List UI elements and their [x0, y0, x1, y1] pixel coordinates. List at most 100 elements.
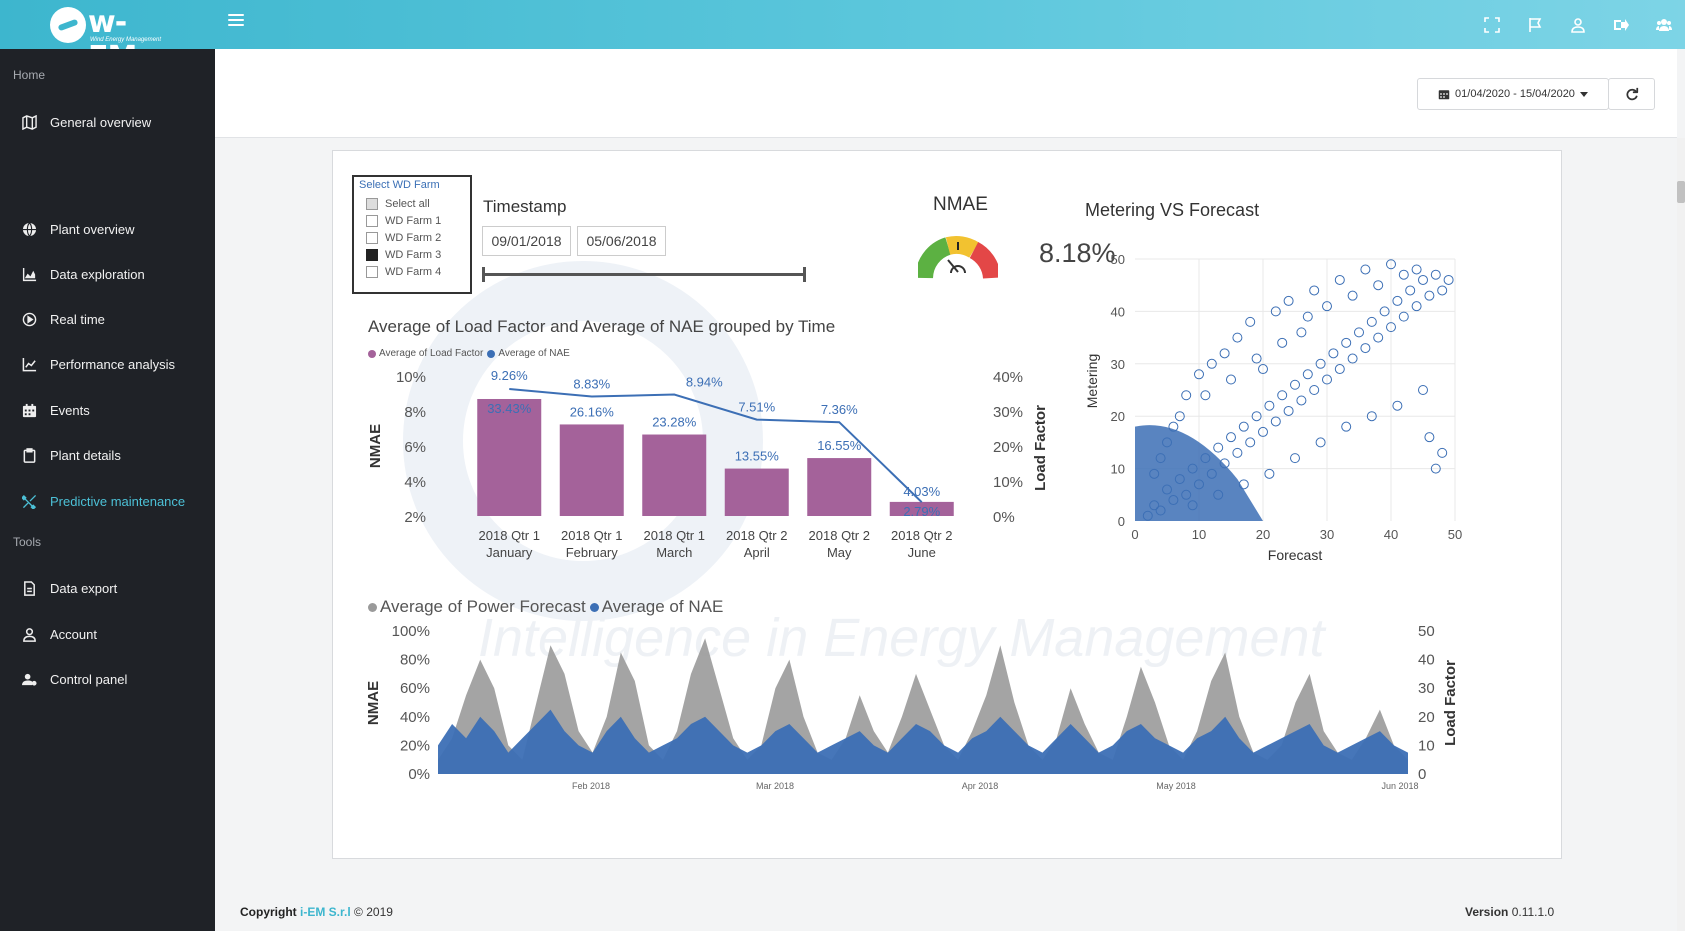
bar-data-label: 26.16% [570, 404, 615, 419]
scatter-point [1302, 311, 1313, 322]
bar-data-label: 13.55% [735, 449, 780, 464]
scatter-point [1341, 421, 1352, 432]
sidebar-item-label: Plant overview [50, 221, 135, 237]
x-tick-label: 2018 Qtr 2 [809, 528, 870, 543]
expand-icon[interactable] [1470, 0, 1513, 49]
slider-handle-start[interactable] [482, 267, 485, 282]
globe-icon [22, 222, 37, 236]
user-icon[interactable] [1556, 0, 1599, 49]
scatter-point [1430, 269, 1441, 280]
scatter-point [1437, 447, 1448, 458]
y-tick-label: 30 [1111, 357, 1125, 372]
checkbox[interactable] [366, 215, 378, 227]
bar [477, 398, 542, 516]
scatter-point [1238, 421, 1249, 432]
scatter-point [1315, 437, 1326, 448]
tools-icon [22, 494, 37, 509]
nmae-title: NMAE [933, 194, 988, 215]
y-tick-label-right: 50 [1418, 623, 1435, 640]
clipboard-icon [23, 447, 36, 463]
y-axis-title-left: NMAE [367, 424, 384, 468]
y-tick-label-right: 0% [993, 509, 1015, 526]
checkbox[interactable] [366, 266, 378, 278]
line-data-label: 8.94% [686, 375, 723, 390]
scatter-point [1290, 453, 1300, 464]
slicer-option-farm-4[interactable]: WD Farm 4 [366, 266, 441, 278]
sidebar-item-plant-overview[interactable]: Plant overview [0, 212, 215, 246]
scatter-point [1277, 390, 1288, 401]
scatter-point [1219, 348, 1230, 359]
refresh-button[interactable] [1608, 78, 1655, 110]
line-data-label: 8.83% [573, 376, 610, 391]
scrollbar-track[interactable] [1677, 138, 1685, 931]
sidebar-item-predictive-maintenance[interactable]: Predictive maintenance [0, 484, 215, 518]
scatter-point [1392, 400, 1403, 411]
x-tick-label: 2018 Qtr 2 [726, 528, 787, 543]
sidebar-item-events[interactable]: Events [0, 393, 215, 427]
timestamp-end-input[interactable]: 05/06/2018 [577, 226, 666, 256]
scatter-point [1418, 385, 1428, 395]
sidebar-item-data-export[interactable]: Data export [0, 571, 215, 605]
sidebar-item-plant-details[interactable]: Plant details [0, 438, 215, 472]
scatter-point [1398, 311, 1409, 322]
y-tick-label-left: 2% [404, 509, 426, 526]
x-tick-label: 40 [1384, 527, 1398, 542]
y-tick-label-right: 20% [993, 439, 1023, 456]
scatter-point [1411, 301, 1422, 312]
farm-slicer: Select WD Farm Select all WD Farm 1 WD F… [352, 175, 472, 294]
menu-toggle-icon[interactable] [228, 14, 244, 28]
y-tick-label-left: 60% [400, 680, 430, 697]
y-tick-label-right: 30 [1418, 680, 1435, 697]
checkbox[interactable] [366, 198, 378, 210]
refresh-icon [1625, 87, 1638, 101]
scatter-point [1398, 269, 1409, 280]
x-tick-label: May [827, 545, 852, 560]
checkbox[interactable] [366, 232, 378, 244]
sidebar-item-real-time[interactable]: Real time [0, 302, 215, 336]
users-icon[interactable] [1642, 0, 1685, 49]
scatter-point [1341, 337, 1352, 348]
bar-data-label: 33.43% [487, 401, 532, 416]
scatter-point [1334, 274, 1345, 285]
logo[interactable]: w-EM Wind Energy Management [50, 5, 172, 75]
scatter-point [1251, 353, 1262, 364]
scatter-point [1213, 442, 1224, 453]
scatter-point [1328, 348, 1339, 359]
flag-icon[interactable] [1513, 0, 1556, 49]
x-tick-label: Feb 2018 [572, 781, 610, 791]
slicer-option-select-all[interactable]: Select all [366, 198, 430, 210]
logout-icon[interactable] [1599, 0, 1642, 49]
timestamp-start-input[interactable]: 09/01/2018 [482, 226, 571, 256]
file-icon [24, 580, 35, 596]
slicer-option-farm-2[interactable]: WD Farm 2 [366, 232, 441, 244]
sidebar-item-performance-analysis[interactable]: Performance analysis [0, 347, 215, 381]
checkbox[interactable] [366, 249, 378, 261]
x-tick-label: June [908, 545, 936, 560]
scrollbar-thumb[interactable] [1677, 181, 1685, 203]
sidebar-item-general-overview[interactable]: General overview [0, 105, 215, 139]
scatter-point [1411, 264, 1422, 275]
sidebar-item-account[interactable]: Account [0, 617, 215, 651]
timestamp-slider[interactable] [482, 267, 806, 282]
sidebar-item-control-panel[interactable]: Control panel [0, 662, 215, 696]
scatter-point [1277, 337, 1288, 348]
y-tick-label-right: 0 [1418, 766, 1426, 783]
date-range-picker[interactable]: 01/04/2020 - 15/04/2020 [1417, 78, 1609, 110]
scatter-point [1302, 369, 1313, 380]
x-tick-label: 2018 Qtr 1 [644, 528, 705, 543]
slider-handle-end[interactable] [803, 267, 806, 282]
x-tick-label: 0 [1131, 527, 1138, 542]
x-axis-title: Forecast [1268, 547, 1323, 563]
y-tick-label-left: 6% [404, 439, 426, 456]
slicer-option-farm-1[interactable]: WD Farm 1 [366, 215, 441, 227]
slicer-option-farm-3[interactable]: WD Farm 3 [366, 249, 441, 261]
scatter-point [1226, 374, 1236, 385]
y-tick-label-right: 10% [993, 474, 1023, 491]
main-content: 01/04/2020 - 15/04/2020 Intelligence in … [215, 49, 1685, 931]
y-tick-label-left: 80% [400, 652, 430, 669]
sidebar-item-data-exploration[interactable]: Data exploration [0, 257, 215, 291]
y-tick-label: 0 [1118, 514, 1125, 529]
report-panel: Intelligence in Energy Management Select… [332, 150, 1562, 859]
company-link[interactable]: i-EM S.r.l [300, 905, 351, 919]
y-tick-label-left: 4% [404, 474, 426, 491]
